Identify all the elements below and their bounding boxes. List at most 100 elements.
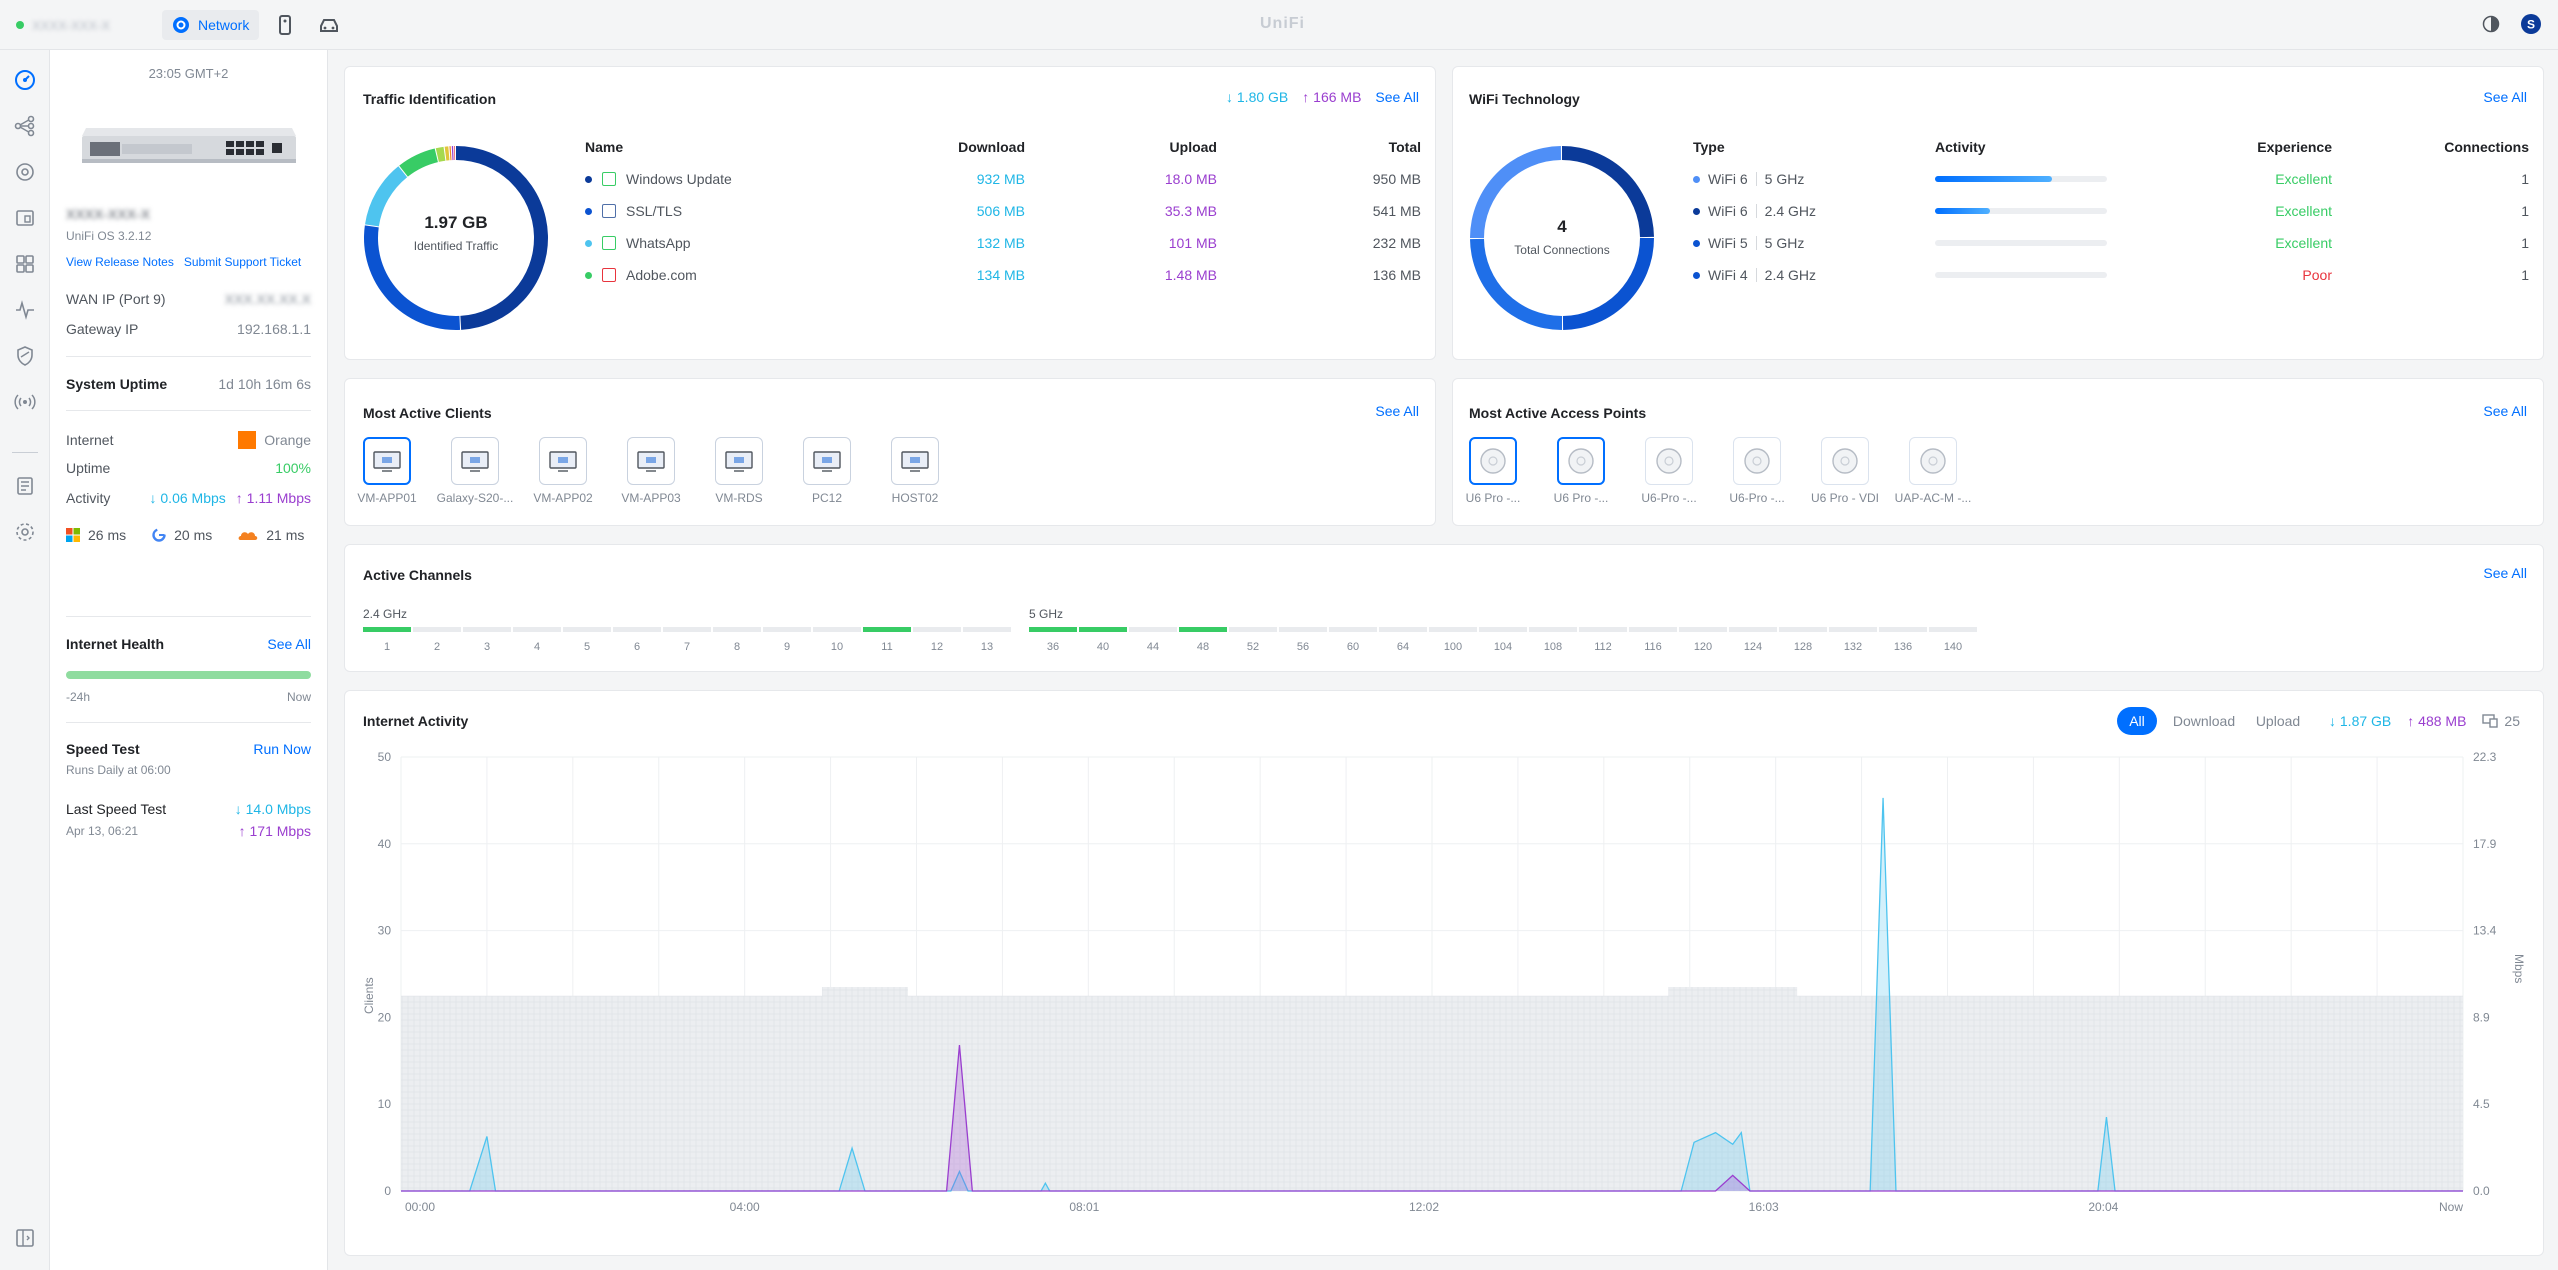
wifi-see-all[interactable]: See All xyxy=(2483,89,2527,105)
security-icon[interactable] xyxy=(13,344,37,368)
client-item[interactable]: HOST02 xyxy=(875,437,955,505)
donut-segment[interactable] xyxy=(444,146,450,161)
y-tick-label: 20 xyxy=(378,1010,392,1024)
radios-icon[interactable] xyxy=(13,390,37,414)
channel-bar[interactable] xyxy=(863,627,911,632)
channel-bar[interactable] xyxy=(1729,627,1777,632)
donut-segment[interactable] xyxy=(449,146,452,161)
ap-item[interactable]: U6 Pro - VDI xyxy=(1805,437,1885,505)
client-item[interactable]: VM-APP01 xyxy=(347,437,427,505)
client-item[interactable]: Galaxy-S20-... xyxy=(435,437,515,505)
channel-bar[interactable] xyxy=(613,627,661,632)
traffic-upload: 18.0 MB xyxy=(1164,171,1217,187)
channel-bar[interactable] xyxy=(1829,627,1877,632)
logs-icon[interactable] xyxy=(13,474,37,498)
channels-see-all[interactable]: See All xyxy=(2483,565,2527,581)
channel-bar[interactable] xyxy=(1529,627,1577,632)
internet-health-see-all[interactable]: See All xyxy=(267,636,311,652)
channel-bar[interactable] xyxy=(513,627,561,632)
filter-download-button[interactable]: Download xyxy=(2165,707,2243,735)
channel-bar[interactable] xyxy=(913,627,961,632)
wifi-row[interactable]: WiFi 6 5 GHz Excellent 1 xyxy=(1693,169,2529,189)
channel-bar[interactable] xyxy=(1479,627,1527,632)
protect-icon[interactable] xyxy=(278,15,292,35)
traffic-see-all[interactable]: See All xyxy=(1375,89,1419,105)
devices-icon[interactable] xyxy=(13,160,37,184)
channel-bar[interactable] xyxy=(1879,627,1927,632)
filter-upload-button[interactable]: Upload xyxy=(2247,707,2309,735)
donut-segment[interactable] xyxy=(451,146,454,161)
col-name: Name xyxy=(585,139,624,155)
ap-name: U6 Pro - VDI xyxy=(1810,491,1879,505)
settings-icon[interactable] xyxy=(13,520,37,544)
insights-icon[interactable] xyxy=(13,298,37,322)
aps-see-all[interactable]: See All xyxy=(2483,403,2527,419)
channel-bar[interactable] xyxy=(563,627,611,632)
internet-health-bar[interactable] xyxy=(66,671,311,679)
ap-item[interactable]: U6-Pro -... xyxy=(1717,437,1797,505)
channel-bar[interactable] xyxy=(1229,627,1277,632)
channel-bar[interactable] xyxy=(1679,627,1727,632)
site-selector[interactable]: XXXX-XXX-X xyxy=(16,13,110,37)
channel-bar[interactable] xyxy=(1129,627,1177,632)
internet-activity-chart[interactable]: 0 10 20 30 40 50 0.0 4.5 8.9 13.4 17.9 22.3 00:00 04:… xyxy=(345,741,2545,1257)
topology-icon[interactable] xyxy=(13,114,37,138)
channel-bar[interactable] xyxy=(713,627,761,632)
channel-bar[interactable] xyxy=(1079,627,1127,632)
dashboard-icon[interactable] xyxy=(13,68,37,92)
account-icon[interactable]: S xyxy=(2520,13,2542,35)
ap-item[interactable]: U6-Pro -... xyxy=(1629,437,1709,505)
channel-bar[interactable] xyxy=(1379,627,1427,632)
wifi-row[interactable]: WiFi 6 2.4 GHz Excellent 1 xyxy=(1693,201,2529,221)
client-item[interactable]: VM-RDS xyxy=(699,437,779,505)
ap-item[interactable]: U6 Pro -... xyxy=(1453,437,1533,505)
filter-all-button[interactable]: All xyxy=(2117,707,2157,735)
band-24-label: 2.4 GHz xyxy=(363,607,408,621)
wifi-row[interactable]: WiFi 4 2.4 GHz Poor 1 xyxy=(1693,265,2529,285)
y-tick-label: 0 xyxy=(384,1184,391,1198)
collapse-sidebar-icon[interactable] xyxy=(13,1226,37,1250)
donut-segment[interactable] xyxy=(454,146,456,161)
drive-icon[interactable] xyxy=(318,16,340,34)
channel-bar[interactable] xyxy=(1629,627,1677,632)
traffic-total: 541 MB xyxy=(1372,203,1421,219)
channel-bar[interactable] xyxy=(963,627,1011,632)
tab-network[interactable]: Network xyxy=(162,10,260,40)
traffic-row[interactable]: Windows Update 932 MB 18.0 MB 950 MB xyxy=(585,169,1421,189)
y2-tick-label: 0.0 xyxy=(2473,1184,2490,1198)
channel-bar[interactable] xyxy=(1029,627,1077,632)
channel-bar[interactable] xyxy=(813,627,861,632)
client-device-icon xyxy=(891,437,939,485)
client-item[interactable]: VM-APP02 xyxy=(523,437,603,505)
support-ticket-link[interactable]: Submit Support Ticket xyxy=(184,255,301,269)
wifi-technology-card: WiFi Technology See All 4 Total Connecti… xyxy=(1452,66,2544,360)
traffic-color-dot-icon xyxy=(585,175,592,183)
clients-icon[interactable] xyxy=(13,206,37,230)
channel-bar[interactable] xyxy=(1779,627,1827,632)
theme-toggle-icon[interactable] xyxy=(2482,15,2500,33)
channel-bar[interactable] xyxy=(1929,627,1977,632)
channel-bar[interactable] xyxy=(1179,627,1227,632)
channel-bar[interactable] xyxy=(1579,627,1627,632)
channel-bar[interactable] xyxy=(1429,627,1477,632)
ap-item[interactable]: UAP-AC-M -... xyxy=(1893,437,1973,505)
channel-bar[interactable] xyxy=(363,627,411,632)
channel-bar[interactable] xyxy=(1279,627,1327,632)
traffic-row[interactable]: WhatsApp 132 MB 101 MB 232 MB xyxy=(585,233,1421,253)
run-speed-test-button[interactable]: Run Now xyxy=(253,741,311,757)
client-item[interactable]: VM-APP03 xyxy=(611,437,691,505)
donut-segment[interactable] xyxy=(399,148,438,177)
traffic-row[interactable]: SSL/TLS 506 MB 35.3 MB 541 MB xyxy=(585,201,1421,221)
client-item[interactable]: PC12 xyxy=(787,437,867,505)
ap-item[interactable]: U6 Pro -... xyxy=(1541,437,1621,505)
release-notes-link[interactable]: View Release Notes xyxy=(66,255,174,269)
clients-see-all[interactable]: See All xyxy=(1375,403,1419,419)
channel-bar[interactable] xyxy=(463,627,511,632)
channel-bar[interactable] xyxy=(663,627,711,632)
channel-bar[interactable] xyxy=(1329,627,1377,632)
wifi-row[interactable]: WiFi 5 5 GHz Excellent 1 xyxy=(1693,233,2529,253)
statistics-icon[interactable] xyxy=(13,252,37,276)
channel-bar[interactable] xyxy=(413,627,461,632)
traffic-row[interactable]: Adobe.com 134 MB 1.48 MB 136 MB xyxy=(585,265,1421,285)
channel-bar[interactable] xyxy=(763,627,811,632)
